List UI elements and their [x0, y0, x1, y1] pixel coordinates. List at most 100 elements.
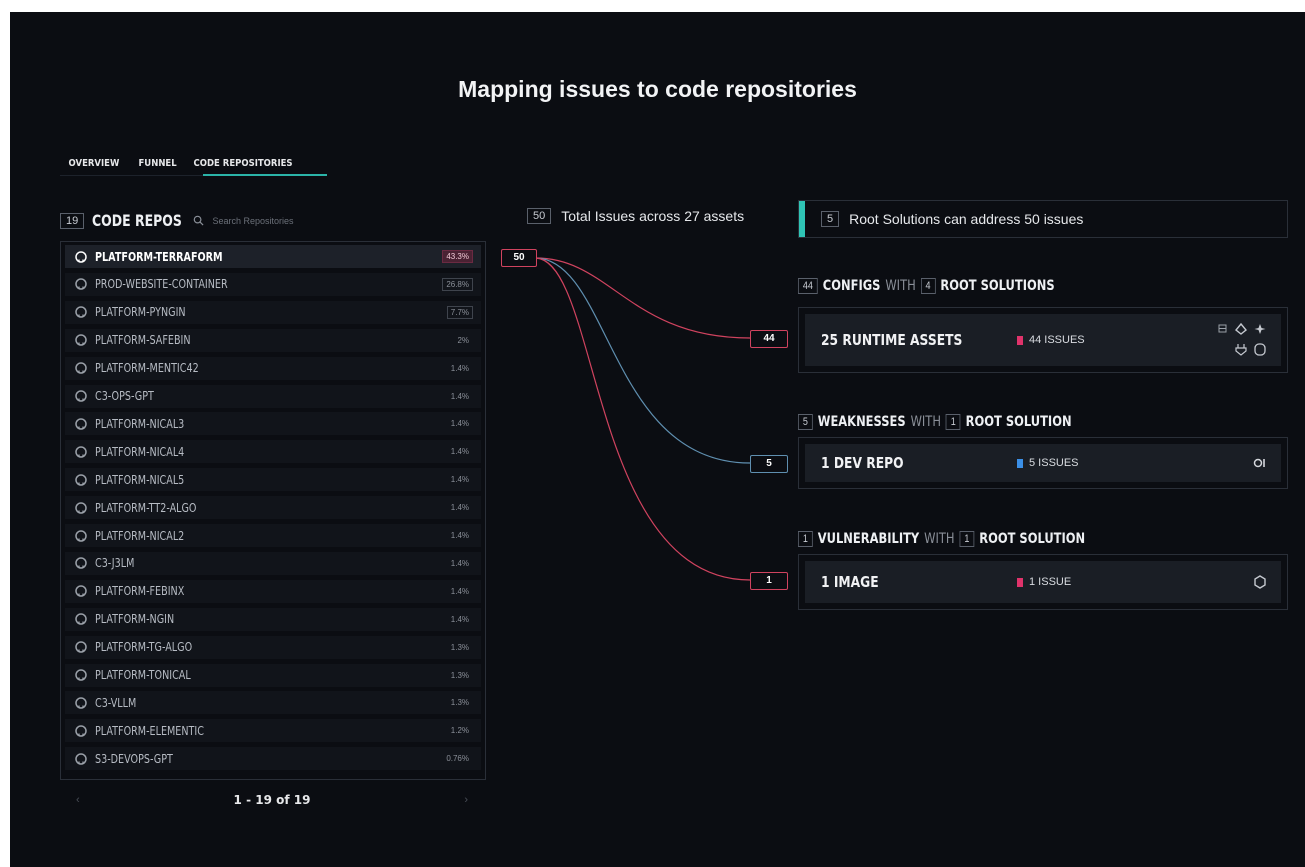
github-icon	[75, 473, 87, 486]
tab-overview[interactable]: OVERVIEW	[60, 158, 128, 173]
github-icon	[75, 390, 87, 402]
repo-row[interactable]: PLATFORM-SAFEBIN 2%	[65, 328, 481, 352]
dev-repo-card[interactable]: 1 DEV REPO 5 ISSUES	[798, 437, 1288, 489]
repos-count-badge: 19	[60, 212, 85, 229]
repo-name: PLATFORM-NICAL3	[95, 416, 185, 431]
github-icon	[75, 557, 87, 570]
repo-list: PLATFORM-TERRAFORM 43.3% PROD-WEBSITE-CONT…	[60, 241, 486, 780]
repo-percentage: 1.4%	[450, 586, 469, 596]
repo-row[interactable]: PLATFORM-PYNGIN 7.7%	[65, 300, 481, 324]
repo-row[interactable]: PLATFORM-TONICAL 1.3%	[65, 663, 481, 687]
github-icon	[75, 250, 87, 263]
github-icon	[75, 585, 87, 598]
repo-row[interactable]: PROD-WEBSITE-CONTAINER 26.8%	[65, 272, 481, 296]
weaknesses-type: WEAKNESSES	[817, 414, 906, 430]
repo-row[interactable]: PLATFORM-TERRAFORM 43.3%	[65, 245, 481, 268]
dev-repo-name: 1 DEV REPO	[821, 454, 904, 472]
runtime-assets-issues-label: 44 ISSUES	[1029, 334, 1085, 346]
repo-name: PLATFORM-FEBINX	[95, 584, 185, 599]
shield-drop-icon	[1235, 322, 1247, 335]
repo-percentage: 2%	[457, 335, 469, 345]
github-icon	[75, 501, 87, 514]
repo-row[interactable]: PLATFORM-NICAL5 1.4%	[65, 468, 481, 492]
repo-percentage: 1.4%	[450, 558, 469, 568]
repo-icon	[1253, 456, 1267, 473]
repo-name: PLATFORM-NICAL4	[95, 444, 185, 459]
repo-percentage: 1.4%	[450, 447, 469, 457]
search-input[interactable]	[210, 214, 335, 227]
repo-row[interactable]: C3-VLLM 1.3%	[65, 691, 481, 715]
github-icon	[75, 669, 87, 681]
repo-percentage: 1.4%	[450, 503, 469, 513]
image-name: 1 IMAGE	[821, 573, 879, 591]
github-icon	[75, 697, 87, 709]
vulnerability-with: WITH	[924, 531, 955, 547]
repo-name: PLATFORM-SAFEBIN	[95, 333, 191, 348]
tab-funnel[interactable]: FUNNEL	[130, 158, 185, 173]
image-card[interactable]: 1 IMAGE 1 ISSUE	[798, 554, 1288, 610]
vulnerability-type: VULNERABILITY	[817, 531, 920, 547]
repo-row[interactable]: PLATFORM-NICAL4 1.4%	[65, 440, 481, 464]
cylinder-icon	[1254, 343, 1266, 356]
vulnerability-root-count: 1	[959, 531, 975, 547]
github-icon	[75, 641, 87, 653]
github-icon	[75, 752, 87, 765]
repo-row[interactable]: PLATFORM-MENTIC42 1.4%	[65, 356, 481, 380]
repo-row[interactable]: PLATFORM-FEBINX 1.4%	[65, 579, 481, 603]
repo-name: C3-J3LM	[95, 556, 135, 571]
repo-row[interactable]: S3-DEVOPS-GPT 0.76%	[65, 747, 481, 771]
runtime-assets-card[interactable]: 25 RUNTIME ASSETS 44 ISSUES	[798, 307, 1288, 373]
app-frame: Mapping issues to code repositories OVER…	[10, 12, 1305, 867]
repo-name: PLATFORM-TG-ALGO	[95, 640, 193, 655]
repo-name: PLATFORM-TONICAL	[95, 668, 191, 682]
root-solutions-text: Root Solutions can address 50 issues	[849, 211, 1084, 227]
root-solutions-count: 5	[821, 211, 840, 227]
configs-with: WITH	[885, 278, 916, 294]
pagination: ‹ 1 - 19 of 19 ›	[60, 790, 484, 814]
flow-line-weaknesses	[535, 257, 751, 464]
configs-root-count: 4	[920, 278, 936, 294]
tab-bar: OVERVIEW FUNNEL CODE REPOSITORIES	[60, 158, 321, 173]
accent-bar	[799, 201, 805, 237]
repos-header: 19 CODE REPOS	[60, 211, 335, 230]
repo-row[interactable]: PLATFORM-NICAL3 1.4%	[65, 412, 481, 436]
repo-percentage: 26.8%	[442, 277, 473, 291]
weaknesses-count: 5	[798, 414, 813, 430]
repo-percentage: 1.4%	[450, 475, 469, 485]
github-icon	[75, 306, 87, 319]
repo-name: PLATFORM-TT2-ALGO	[95, 500, 197, 515]
repo-row[interactable]: C3-J3LM 1.4%	[65, 551, 481, 575]
repo-row[interactable]: C3-OPS-GPT 1.4%	[65, 384, 481, 408]
configs-count: 44	[798, 278, 818, 294]
tab-code-repositories[interactable]: CODE REPOSITORIES	[185, 158, 301, 173]
github-icon	[75, 418, 87, 430]
root-solutions-banner: 5 Root Solutions can address 50 issues	[798, 200, 1288, 238]
github-icon	[75, 278, 87, 291]
flow-line-configs	[535, 257, 751, 339]
search-box[interactable]	[193, 214, 335, 227]
github-icon	[75, 725, 87, 737]
repo-row[interactable]: PLATFORM-TG-ALGO 1.3%	[65, 635, 481, 659]
repo-percentage: 1.3%	[450, 698, 469, 708]
repo-percentage: 0.76%	[446, 754, 469, 764]
next-page-button[interactable]: ›	[464, 794, 468, 806]
plug-icon	[1235, 344, 1247, 356]
configs-type: CONFIGS	[822, 278, 881, 294]
repo-row[interactable]: PLATFORM-ELEMENTIC 1.2%	[65, 719, 481, 743]
page-title: Mapping issues to code repositories	[458, 76, 857, 102]
repo-name: PROD-WEBSITE-CONTAINER	[95, 277, 228, 292]
github-icon	[75, 613, 87, 625]
repo-row[interactable]: PLATFORM-TT2-ALGO 1.4%	[65, 496, 481, 520]
repo-row[interactable]: PLATFORM-NGIN 1.4%	[65, 607, 481, 631]
total-issues-count: 50	[527, 208, 552, 224]
dev-repo-issues: 5 ISSUES	[1017, 457, 1079, 469]
repo-row[interactable]: PLATFORM-NICAL2 1.4%	[65, 524, 481, 547]
image-issues-label: 1 ISSUE	[1029, 576, 1072, 588]
weaknesses-root-label: ROOT SOLUTION	[965, 414, 1072, 430]
repo-name: PLATFORM-MENTIC42	[95, 361, 199, 376]
configs-header: 44 CONFIGS WITH 4 ROOT SOLUTIONS	[798, 278, 1111, 294]
pagination-label: 1 - 19 of 19	[233, 793, 311, 807]
image-card-body: 1 IMAGE 1 ISSUE	[805, 561, 1281, 603]
image-issues: 1 ISSUE	[1017, 576, 1071, 588]
repo-percentage: 1.2%	[450, 726, 469, 736]
